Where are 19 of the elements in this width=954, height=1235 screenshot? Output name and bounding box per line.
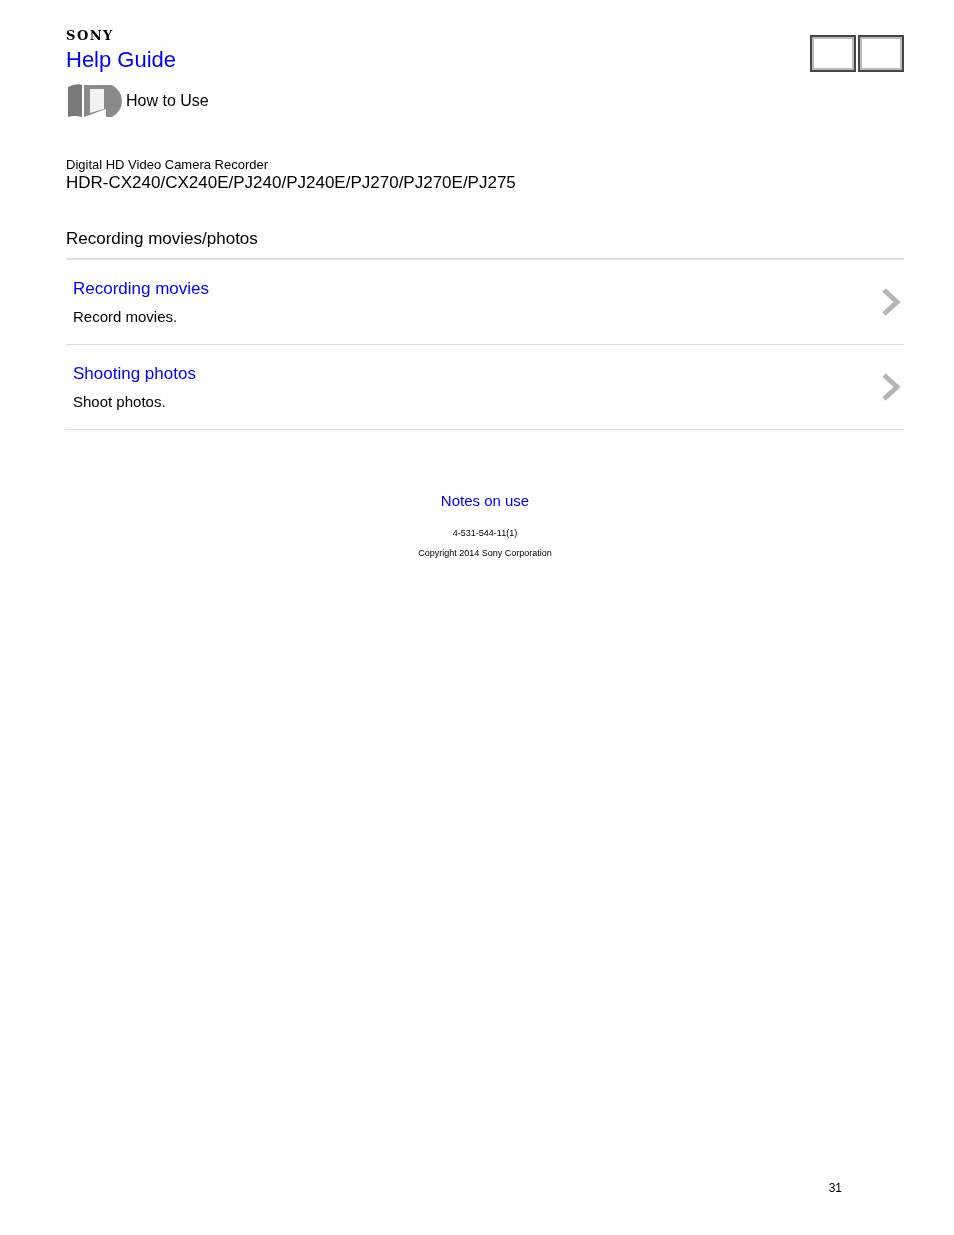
- product-models: HDR-CX240/CX240E/PJ240/PJ240E/PJ270/PJ270E/PJ275: [66, 173, 517, 193]
- topic-link[interactable]: Shooting photos: [73, 364, 196, 384]
- section-title: How to Use: [126, 92, 209, 110]
- product-category: Digital HD Video Camera Recorder: [66, 157, 270, 172]
- toolbar-button[interactable]: [810, 35, 856, 72]
- notes-link[interactable]: Notes on use: [440, 492, 530, 509]
- page-number: 31: [828, 1181, 842, 1195]
- help-guide-title[interactable]: Help Guide: [66, 47, 209, 73]
- topic-description: Shoot photos.: [73, 393, 167, 410]
- topic-description: Record movies.: [73, 308, 179, 325]
- chevron-right-icon: [880, 371, 902, 403]
- copyright-text: Copyright 2014 Sony Corporation: [418, 548, 552, 558]
- page-heading: Recording movies/photos: [66, 229, 904, 260]
- chevron-right-icon: [880, 286, 902, 318]
- document-code: 4-531-544-11(1): [452, 528, 518, 538]
- book-icon: [66, 83, 124, 119]
- topic-link[interactable]: Recording movies: [73, 279, 210, 299]
- brand-logo: SONY: [66, 28, 115, 43]
- toolbar-button[interactable]: [858, 35, 904, 72]
